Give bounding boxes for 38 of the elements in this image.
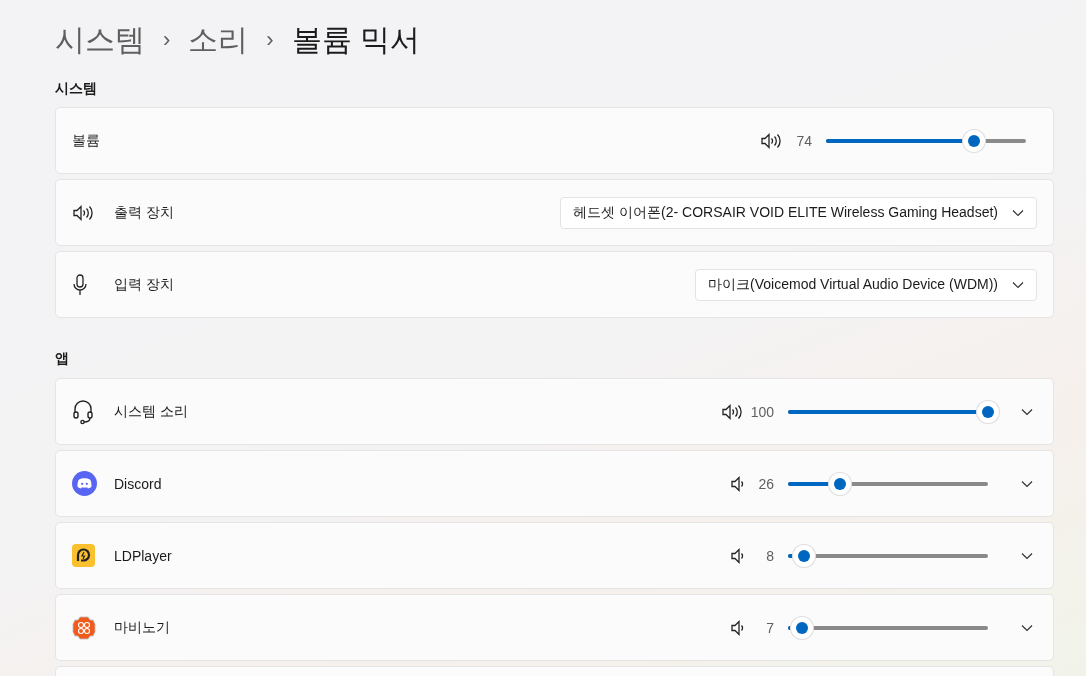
speaker-icon — [72, 203, 94, 222]
volume-label: 볼륨 — [72, 131, 101, 150]
volume-reading: 74 — [795, 132, 812, 149]
ldplayer-icon — [72, 544, 95, 567]
chevron-down-icon — [1021, 479, 1033, 488]
breadcrumb-item[interactable]: 소리 — [188, 19, 249, 61]
headset-icon — [72, 398, 94, 425]
breadcrumb-separator: › — [163, 27, 171, 53]
app-name: LDPlayer — [114, 547, 173, 564]
volume-reading: 8 — [765, 547, 774, 564]
speaker-icon — [720, 402, 743, 421]
breadcrumb-item: 볼륨 믹서 — [291, 21, 420, 58]
section-heading: 앱 — [55, 350, 70, 368]
device-label: 입력 장치 — [114, 275, 175, 294]
speaker-icon — [760, 131, 782, 150]
app-name: Discord — [114, 475, 163, 492]
chevron-down-icon — [1021, 551, 1033, 560]
speaker-icon — [730, 618, 744, 637]
volume-reading: 7 — [765, 619, 774, 636]
breadcrumb-item[interactable]: 시스템 — [55, 19, 145, 61]
microphone-icon — [72, 273, 88, 296]
speaker-icon — [730, 546, 744, 565]
section-heading: 시스템 — [55, 80, 98, 98]
chevron-down-icon — [1012, 208, 1024, 217]
discord-icon — [72, 471, 97, 496]
breadcrumb-separator: › — [266, 27, 274, 53]
chevron-down-icon — [1012, 280, 1024, 289]
volume-reading: 100 — [750, 403, 774, 420]
app-name: 시스템 소리 — [114, 402, 189, 421]
device-dropdown[interactable]: 헤드셋 이어폰(2- CORSAIR VOID ELITE Wireless Gaming Headset) — [560, 196, 1037, 229]
knot-emblem-icon — [72, 615, 96, 640]
chevron-down-icon — [1021, 623, 1033, 632]
device-dropdown[interactable]: 마이크(Voicemod Virtual Audio Device (WDM)) — [695, 268, 1037, 301]
speaker-icon — [730, 474, 744, 493]
device-label: 출력 장치 — [114, 203, 175, 222]
volume-reading: 26 — [757, 475, 774, 492]
app-name: 마비노기 — [114, 618, 171, 637]
chevron-down-icon — [1021, 407, 1033, 416]
